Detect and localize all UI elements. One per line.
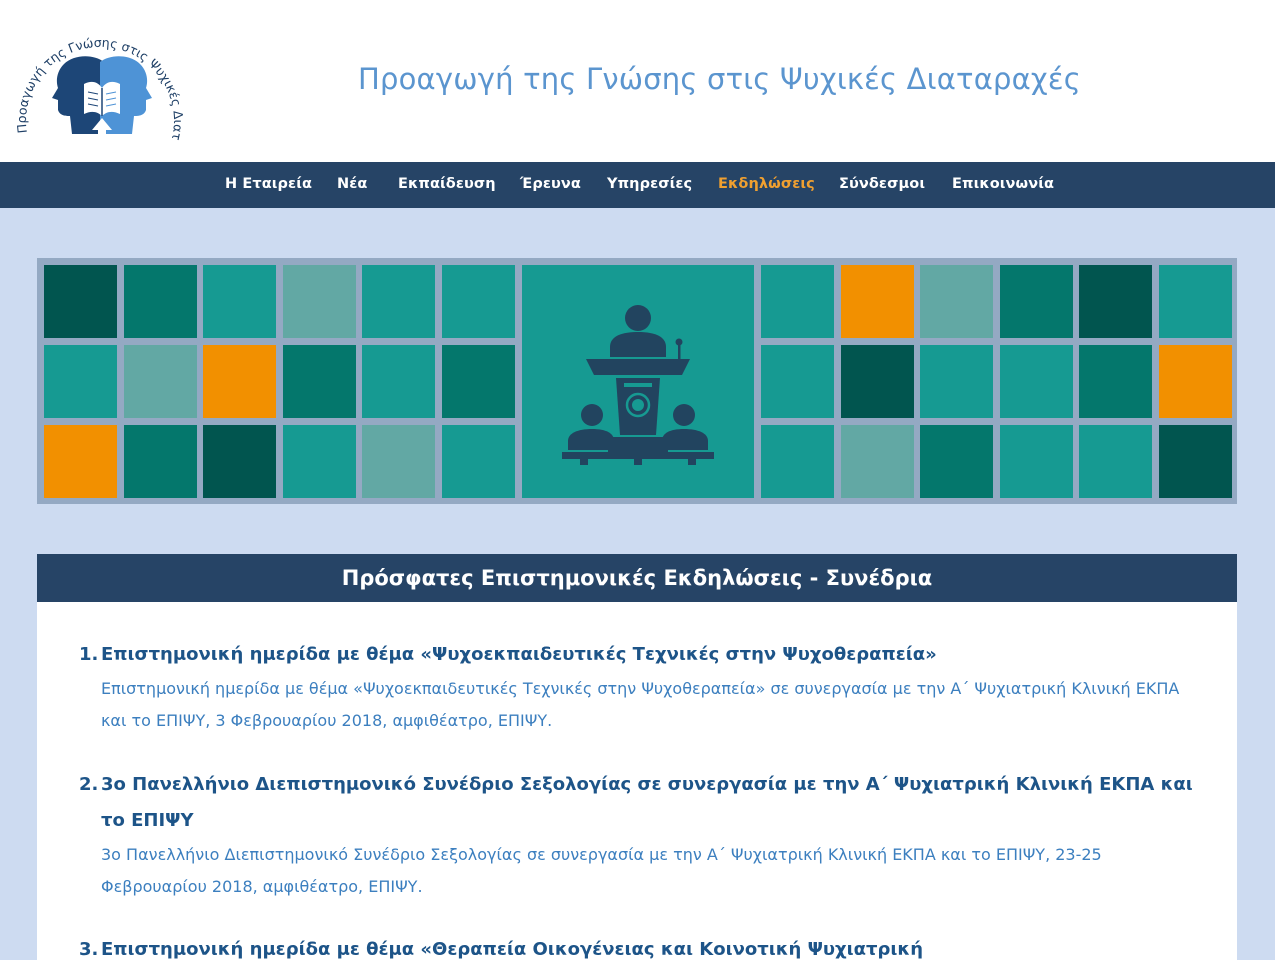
banner-tile: [203, 344, 276, 418]
nav-item-services[interactable]: Υπηρεσίες: [607, 176, 692, 192]
banner-tile: [441, 425, 515, 498]
event-title-text: Επιστημονική ημερίδα με θέμα «Θεραπεία Ο…: [101, 939, 924, 960]
banner-tile: [1079, 265, 1152, 338]
banner-tile: [44, 265, 117, 338]
event-item: 2. 3ο Πανελλήνιο Διεπιστημονικό Συνέδριο…: [79, 767, 1209, 903]
banner-tile: [1079, 344, 1152, 418]
event-item: 1. Επιστημονική ημερίδα με θέμα «Ψυχοεκπ…: [79, 637, 1209, 737]
event-title-link[interactable]: 2. 3ο Πανελλήνιο Διεπιστημονικό Συνέδριο…: [79, 767, 1209, 839]
event-number: 1.: [79, 644, 99, 665]
banner-tile: [999, 265, 1073, 338]
events-card: Πρόσφατες Επιστημονικές Εκδηλώσεις - Συν…: [37, 554, 1237, 960]
event-description-line: Επιστημονική ημερίδα με θέμα «Ψυχοεκπαιδ…: [101, 679, 1180, 698]
banner-tile: [123, 344, 197, 418]
banner-tile: [203, 265, 276, 338]
site-title: Προαγωγή της Γνώσης στις Ψυχικές Διαταρα…: [358, 62, 1081, 96]
banner-tile: [761, 425, 834, 498]
banner-tile: [203, 425, 276, 498]
nav-item-company[interactable]: Η Εταιρεία: [225, 176, 312, 192]
nav-item-contact[interactable]: Επικοινωνία: [952, 176, 1054, 192]
banner-tile: [1158, 265, 1232, 338]
banner-tile: [840, 344, 914, 418]
site-logo[interactable]: Προαγωγή της Γνώσης στις Ψυχικές Διαταρα…: [8, 0, 192, 150]
nav-item-research[interactable]: Έρευνα: [520, 176, 581, 192]
event-number: 2.: [79, 774, 99, 795]
banner-tile: [282, 265, 356, 338]
banner-tile: [840, 425, 914, 498]
events-card-title: Πρόσφατες Επιστημονικές Εκδηλώσεις - Συν…: [341, 566, 933, 590]
banner-tile: [920, 344, 993, 418]
banner-tile: [761, 265, 834, 338]
banner-tile: [123, 425, 197, 498]
banner-center-tile: [522, 265, 754, 498]
banner-tile: [362, 265, 435, 338]
event-title-link[interactable]: 1. Επιστημονική ημερίδα με θέμα «Ψυχοεκπ…: [79, 637, 1209, 673]
banner-tile: [1158, 344, 1232, 418]
logo-graphic: Προαγωγή της Γνώσης στις Ψυχικές Διαταρα…: [8, 0, 186, 142]
nav-item-education[interactable]: Εκπαίδευση: [398, 176, 496, 192]
event-description: Επιστημονική ημερίδα με θέμα «Ψυχοεκπαιδ…: [79, 673, 1209, 737]
event-title-text: το ΕΠΙΨΥ: [101, 810, 194, 831]
event-description-line: και το ΕΠΙΨΥ, 3 Φεβρουαρίου 2018, αμφιθέ…: [101, 711, 553, 730]
banner-tile: [840, 265, 914, 338]
event-title-text: Επιστημονική ημερίδα με θέμα «Ψυχοεκπαιδ…: [101, 644, 937, 665]
banner-tile: [44, 425, 117, 498]
event-description: 3ο Πανελλήνιο Διεπιστημονικό Συνέδριο Σε…: [79, 839, 1209, 903]
events-banner: [37, 258, 1237, 504]
banner-tile: [362, 425, 435, 498]
event-item: 3. Επιστημονική ημερίδα με θέμα «Θεραπεί…: [79, 932, 1209, 960]
banner-tile: [441, 265, 515, 338]
banner-tile: [1079, 425, 1152, 498]
banner-tile: [44, 344, 117, 418]
banner-tile: [999, 425, 1073, 498]
banner-tile: [920, 425, 993, 498]
banner-tile: [1158, 425, 1232, 498]
banner-tile: [282, 425, 356, 498]
nav-item-events[interactable]: Εκδηλώσεις: [718, 176, 815, 192]
site-header: Προαγωγή της Γνώσης στις Ψυχικές Διαταρα…: [0, 0, 1275, 162]
main-nav: Η Εταιρεία Νέα Εκπαίδευση Έρευνα Υπηρεσί…: [0, 162, 1275, 208]
event-title-text: 3ο Πανελλήνιο Διεπιστημονικό Συνέδριο Σε…: [101, 774, 1193, 795]
banner-tile: [282, 344, 356, 418]
banner-tile: [999, 344, 1073, 418]
event-title-link[interactable]: 3. Επιστημονική ημερίδα με θέμα «Θεραπεί…: [79, 932, 1209, 960]
banner-tile: [123, 265, 197, 338]
event-number: 3.: [79, 939, 99, 960]
banner-tile: [761, 344, 834, 418]
banner-tile: [920, 265, 993, 338]
conference-speaker-icon: [562, 305, 714, 465]
event-description-line: 3ο Πανελλήνιο Διεπιστημονικό Συνέδριο Σε…: [101, 845, 1102, 864]
events-card-header: Πρόσφατες Επιστημονικές Εκδηλώσεις - Συν…: [37, 554, 1237, 602]
nav-item-links[interactable]: Σύνδεσμοι: [839, 176, 925, 192]
banner-tile: [362, 344, 435, 418]
event-description-line: Φεβρουαρίου 2018, αμφιθέατρο, ΕΠΙΨΥ.: [101, 877, 423, 896]
banner-tile: [441, 344, 515, 418]
nav-item-news[interactable]: Νέα: [337, 176, 367, 192]
